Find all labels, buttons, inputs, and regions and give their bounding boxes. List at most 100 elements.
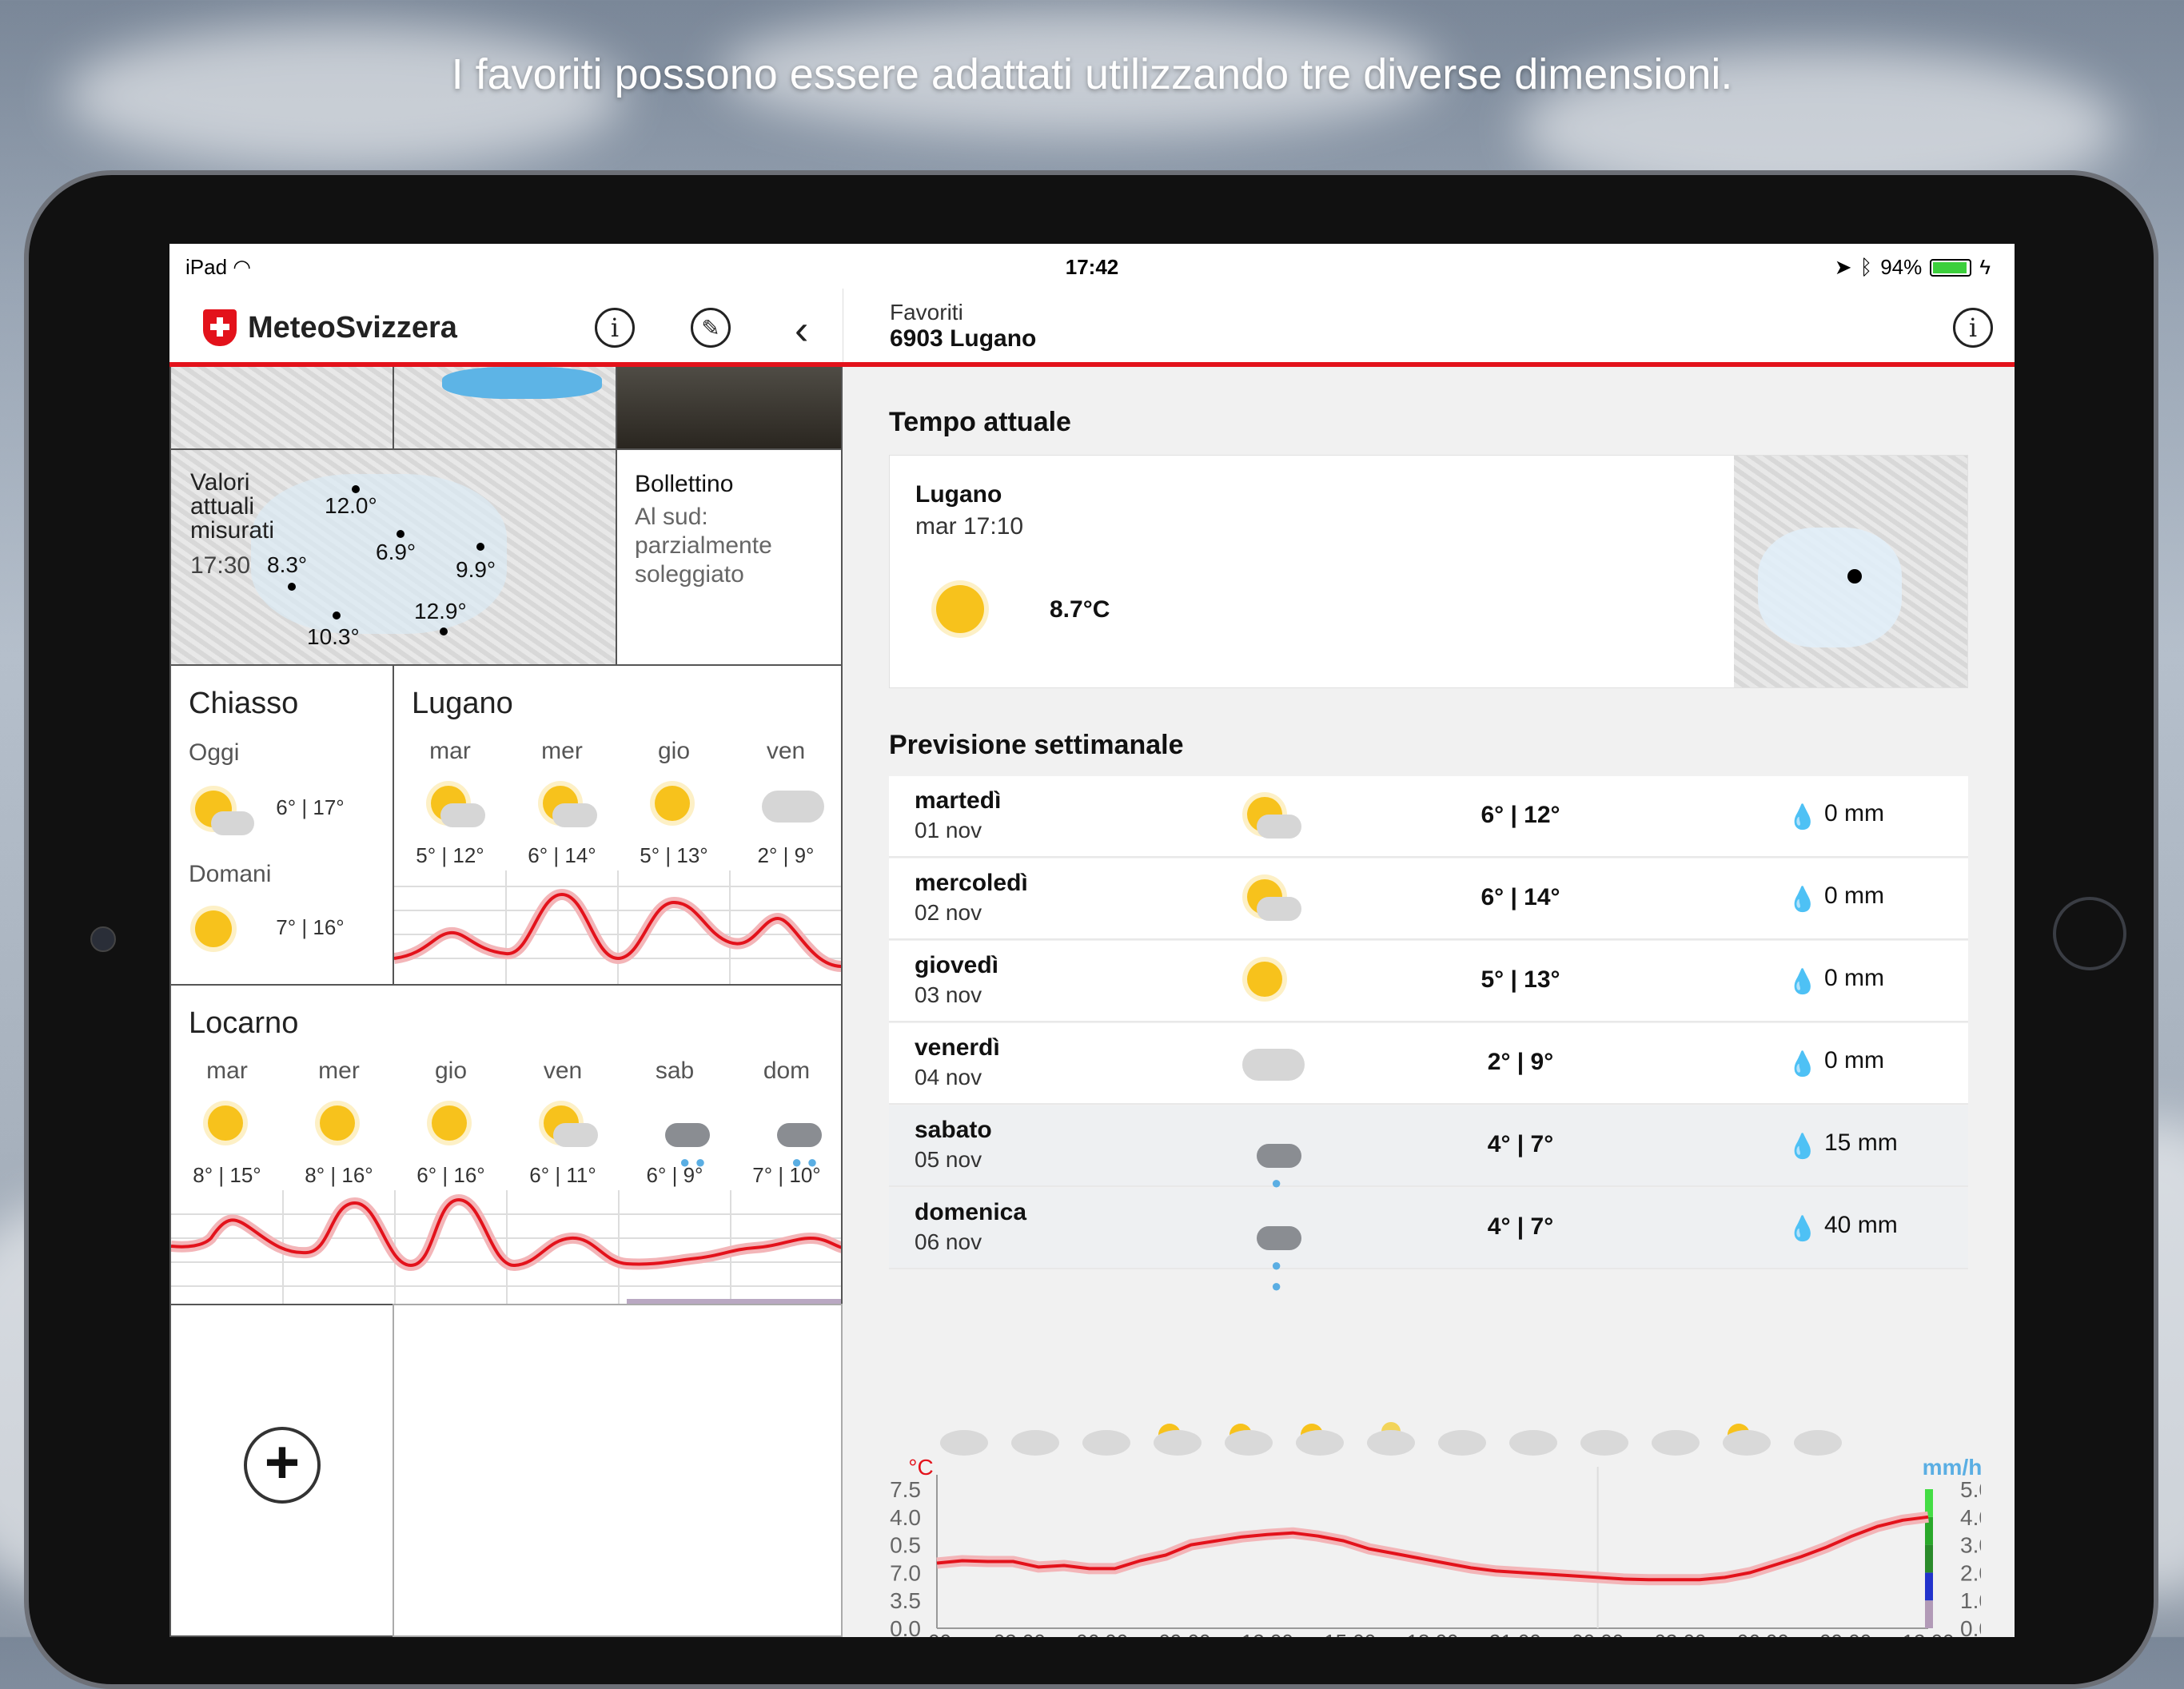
values-title-line: attuali	[190, 493, 255, 520]
current-temperature: 8.7°C	[1050, 596, 1110, 623]
tile-location-name: Lugano	[412, 687, 513, 720]
info-icon: i	[610, 313, 620, 343]
edit-button[interactable]: ✎	[691, 308, 731, 348]
tomorrow-label: Domani	[189, 861, 272, 887]
forecast-row[interactable]: mercoledì 02 nov 6° | 14° 💧 0 mm	[889, 858, 1968, 940]
raindrop-icon: 💧	[1787, 886, 1818, 913]
radar-map-tile[interactable]	[169, 367, 394, 450]
forecast-row[interactable]: venerdì 04 nov 2° | 9° 💧 0 mm	[889, 1023, 1968, 1105]
battery-percent: 94%	[1880, 255, 1923, 279]
home-button[interactable]	[2053, 897, 2126, 970]
webcam-tile[interactable]	[616, 367, 843, 450]
forecast-day-temps: 8° | 15°	[193, 1163, 261, 1187]
cloud-icon	[1794, 1430, 1842, 1456]
values-time: 17:30	[190, 552, 251, 579]
cloud-icon	[1082, 1430, 1130, 1456]
x-tick: 03:00	[994, 1630, 1046, 1637]
values-title-line: Valori	[190, 469, 250, 496]
x-tick: 09:00	[1819, 1630, 1871, 1637]
empty-slot	[393, 1304, 843, 1637]
temperature-band	[936, 1511, 1929, 1586]
x-tick: 06:00	[1737, 1630, 1789, 1637]
add-favorite-tile[interactable]: +	[169, 1304, 394, 1637]
charging-icon: ϟ	[1979, 255, 1991, 279]
x-tick: 00:00	[1572, 1630, 1624, 1637]
precip-scale-segment	[1925, 1600, 1933, 1628]
clock: 17:42	[1065, 255, 1119, 279]
forecast-row[interactable]: giovedì 03 nov 5° | 13° 💧 0 mm	[889, 941, 1968, 1022]
y-tick-left: 17.5	[889, 1477, 921, 1502]
bulletin-tile[interactable]: Bollettino Al sud: parzialmente soleggia…	[616, 448, 843, 666]
x-tick: 12:00	[1241, 1630, 1293, 1637]
map-value: 9.9°	[456, 557, 496, 582]
status-bar: iPad ◠ 17:42 ➤ ᛒ 94% ϟ	[169, 244, 2015, 289]
forecast-day-temps: 5° | 12°	[416, 843, 484, 867]
location-map[interactable]	[1734, 456, 1967, 687]
battery-icon	[1930, 258, 1972, 277]
lugano-tile[interactable]: Lugano mar 5° | 12° mer 6° | 14° gio 5° | 13°…	[393, 664, 843, 986]
swiss-shield-icon	[203, 309, 237, 346]
cloud-icon	[1367, 1430, 1415, 1456]
cloud-icon	[1509, 1430, 1557, 1456]
tomorrow-temps: 7° | 16°	[276, 915, 345, 939]
app-logo: MeteoSvizzera	[203, 309, 457, 346]
forecast-row[interactable]: domenica 06 nov ● ● 4° | 7° 💧 40 mm	[889, 1188, 1968, 1296]
map-value: 6.9°	[376, 540, 416, 564]
y-tick-left: 10.5	[889, 1533, 921, 1558]
cloud-icon	[1296, 1430, 1344, 1456]
forecast-day-label: mar	[429, 738, 471, 764]
right-navbar: Favoriti 6903 Lugano i	[843, 289, 2015, 367]
raindrop-icon: 💧	[1787, 804, 1818, 831]
y-tick-right: 4.0	[1960, 1505, 1981, 1530]
forecast-day-label: sab	[655, 1058, 695, 1084]
bulletin-line: parzialmente	[635, 532, 772, 559]
values-title-line: misurati	[190, 517, 275, 544]
add-favorite-button[interactable]: +	[244, 1427, 321, 1504]
x-tick: 03:00	[1654, 1630, 1706, 1637]
cloud-icon	[1225, 1430, 1273, 1456]
forecast-temps: 6° | 12°	[1481, 802, 1560, 828]
forecast-weekday: martedì	[915, 787, 1002, 814]
breadcrumb[interactable]: Favoriti	[890, 300, 963, 325]
forecast-day-temps: 6° | 14°	[528, 843, 596, 867]
x-tick: 09:00	[1158, 1630, 1210, 1637]
forecast-temps: 4° | 7°	[1487, 1131, 1554, 1157]
forecast-day-temps: 8° | 16°	[305, 1163, 373, 1187]
weekly-forecast-list: martedì 01 nov 6° | 12° 💧 0 mm mercoledì 02 no…	[889, 776, 1968, 1296]
forecast-row[interactable]: sabato05 nov● ●4° | 7°💧15 mm	[889, 1105, 1968, 1213]
precip-scale-segment	[1925, 1572, 1933, 1601]
forecast-row[interactable]: martedì 01 nov 6° | 12° 💧 0 mm	[889, 776, 1968, 858]
current-location: Lugano	[915, 481, 1002, 508]
forecast-day-temps: 5° | 13°	[640, 843, 708, 867]
detail-info-button[interactable]: i	[1953, 308, 1993, 348]
locarno-tile[interactable]: Locarno mar 8° | 15° mer 8° | 16° gio 6° | 16…	[169, 984, 843, 1305]
chiasso-tile[interactable]: Chiasso Oggi 6° | 17° Domani 7° | 16°	[169, 664, 394, 986]
current-time: mar 17:10	[915, 513, 1024, 540]
favorites-grid: Valori attuali misurati 17:30 12.0° 6.9°…	[169, 367, 843, 1637]
info-button[interactable]: i	[595, 308, 635, 348]
x-tick: :00	[923, 1630, 951, 1637]
current-weather-card[interactable]: Lugano mar 17:10 8.7°C	[889, 455, 1968, 688]
raindrop-icon: 💧	[1787, 1051, 1818, 1078]
forecast-temps: 6° | 14°	[1481, 884, 1560, 910]
app-screen: iPad ◠ 17:42 ➤ ᛒ 94% ϟ MeteoSvizzera i ✎…	[169, 244, 2015, 1637]
forecast-day-temps: 6° | 16°	[416, 1163, 485, 1187]
forecast-date: 06 nov	[915, 1229, 982, 1254]
back-button[interactable]: ‹	[795, 306, 808, 354]
forecast-day-label: mar	[206, 1058, 248, 1084]
hourly-chart[interactable]: °C mm/h 17.5 14.0 10.57.0 3.5 0.0 5.0 4.0 3.02.0 1…	[878, 1419, 1991, 1637]
y-tick-left: 0.0	[890, 1616, 921, 1637]
forecast-rain: 0 mm	[1824, 882, 1884, 909]
y-tick-right: 2.0	[1960, 1560, 1981, 1585]
page-title: 6903 Lugano	[890, 325, 1037, 352]
cloud-icon	[1011, 1430, 1059, 1456]
forecast-rain: 40 mm	[1824, 1212, 1898, 1238]
cloud-icon	[1723, 1430, 1771, 1456]
y-tick-right: 1.0	[1960, 1588, 1981, 1613]
forecast-day-label: dom	[763, 1058, 811, 1084]
app-name: MeteoSvizzera	[248, 310, 457, 345]
x-tick: 21:00	[1489, 1630, 1541, 1637]
forecast-rain: 0 mm	[1824, 1047, 1884, 1074]
measured-values-tile[interactable]: Valori attuali misurati 17:30 12.0° 6.9°…	[169, 448, 617, 666]
precipitation-map-tile[interactable]	[393, 367, 617, 450]
